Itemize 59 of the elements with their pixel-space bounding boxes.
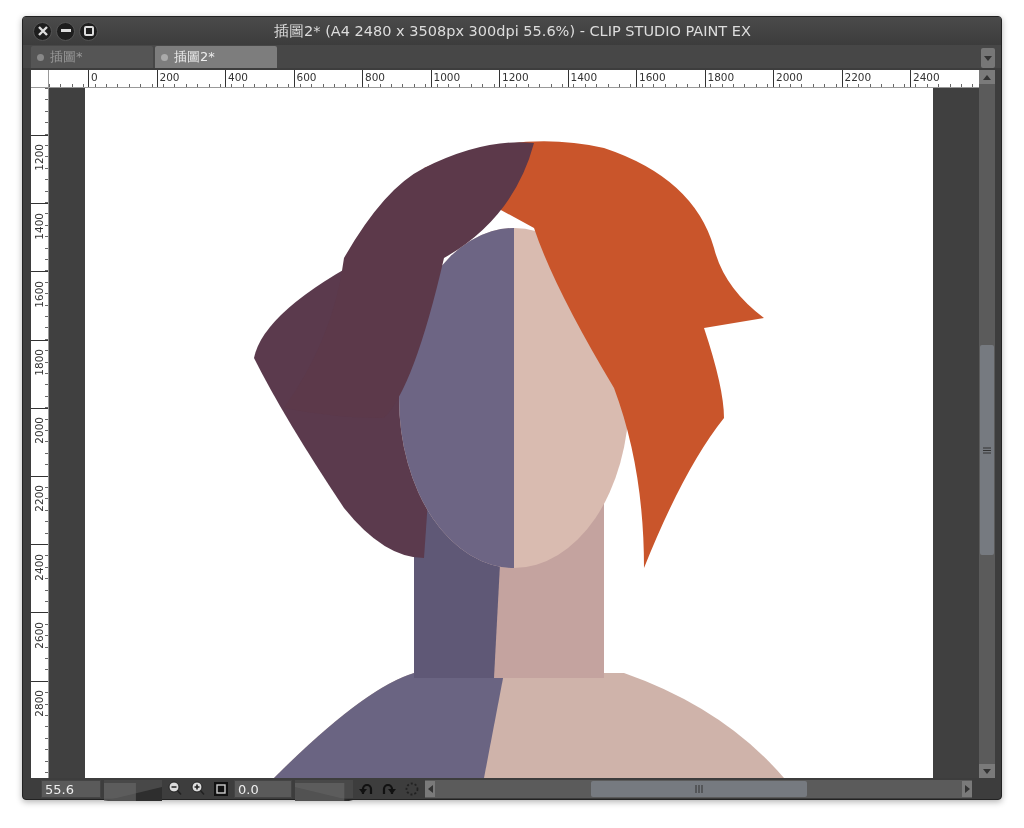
ruler-label: 2400 — [31, 553, 46, 583]
scroll-left-button[interactable] — [425, 780, 435, 797]
grip-icon — [983, 446, 991, 454]
rotate-left-icon — [359, 781, 373, 796]
window-title: 插圖2* (A4 2480 x 3508px 300dpi 55.6%) - CLIP STUDIO PAINT EX — [274, 23, 751, 40]
rotate-right-icon — [382, 781, 396, 796]
zoom-field[interactable]: 55.6 — [41, 779, 101, 798]
scroll-down-button[interactable] — [979, 764, 995, 778]
ruler-label: 1800 — [704, 70, 773, 87]
minimize-icon — [60, 29, 71, 34]
zoom-in-icon — [191, 781, 205, 796]
ruler-label: 1200 — [499, 70, 568, 87]
ruler-label: 0 — [88, 70, 157, 87]
scroll-thumb[interactable] — [591, 780, 807, 797]
zoom-slider[interactable] — [104, 779, 162, 798]
ruler-label: 2800 — [31, 689, 46, 719]
square-icon — [214, 781, 228, 796]
down-arrow-icon — [984, 55, 992, 61]
ruler-label: 600 — [293, 70, 362, 87]
grip-icon — [695, 784, 703, 793]
ruler-label: 2200 — [31, 485, 46, 515]
scroll-thumb[interactable] — [980, 345, 994, 555]
ruler-label: 2600 — [31, 621, 46, 651]
ruler-label: 2200 — [841, 70, 910, 87]
vertical-scrollbar[interactable] — [979, 88, 995, 778]
maximize-button[interactable] — [79, 21, 98, 41]
ruler-label: 400 — [225, 70, 294, 87]
document-tab[interactable]: 插圖2* — [155, 46, 277, 68]
zoom-out-icon — [168, 781, 182, 796]
tab-menu-button[interactable] — [981, 48, 995, 68]
fit-button[interactable] — [211, 779, 231, 798]
ruler-label: 1400 — [31, 212, 46, 242]
ruler-label: 1200 — [31, 144, 46, 174]
dot-icon — [161, 53, 168, 61]
rotation-slider[interactable] — [295, 779, 353, 798]
ruler-label: 1600 — [636, 70, 705, 87]
left-arrow-icon — [427, 784, 433, 793]
close-button[interactable] — [33, 21, 52, 41]
close-icon — [37, 26, 48, 37]
angle-field[interactable]: 0.0 — [234, 779, 292, 798]
ruler-label: 2400 — [910, 70, 979, 87]
right-arrow-icon — [964, 784, 970, 793]
up-arrow-icon — [983, 74, 991, 80]
dotted-circle-icon — [405, 781, 419, 796]
scroll-up-button[interactable] — [979, 70, 995, 84]
horizontal-scrollbar[interactable] — [425, 779, 972, 798]
ruler-label: 800 — [362, 70, 431, 87]
ruler-label: 1600 — [31, 280, 46, 310]
minimize-button[interactable] — [56, 21, 75, 41]
down-arrow-icon — [983, 768, 991, 774]
ruler-label: 1800 — [31, 349, 46, 378]
maximize-icon — [83, 26, 94, 37]
ruler-label: 200 — [156, 70, 225, 87]
ruler-label: 2000 — [31, 417, 46, 446]
dot-icon — [37, 53, 44, 61]
ruler-label: 1400 — [567, 70, 636, 87]
ruler-label: 2000 — [773, 70, 842, 87]
scroll-right-button[interactable] — [962, 780, 972, 797]
ruler-label: 1000 — [430, 70, 499, 87]
